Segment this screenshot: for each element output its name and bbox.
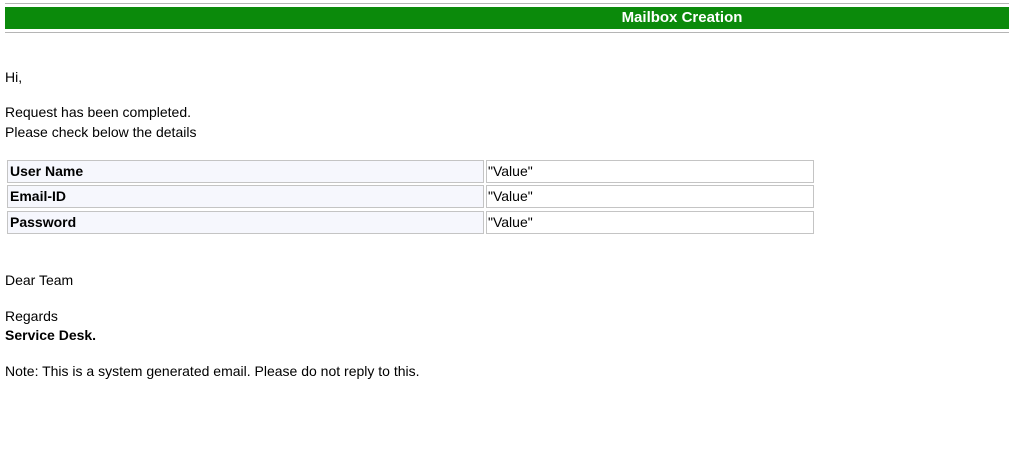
email-id-value: "Value"	[486, 185, 814, 208]
password-value: "Value"	[486, 211, 814, 234]
completion-message: Request has been completed.	[5, 104, 192, 120]
signature-text: Service Desk.	[5, 327, 97, 343]
user-name-label: User Name	[7, 160, 484, 183]
page-title: Mailbox Creation	[621, 9, 743, 26]
greeting-text: Hi,	[5, 69, 23, 85]
user-name-value: "Value"	[486, 160, 814, 183]
header-bar: Mailbox Creation	[5, 7, 1009, 29]
salutation-text: Dear Team	[5, 272, 74, 288]
email-id-label: Email-ID	[7, 185, 484, 208]
footer-note: Note: This is a system generated email. …	[5, 363, 420, 379]
regards-text: Regards	[5, 308, 58, 324]
header-banner: Mailbox Creation	[5, 3, 1009, 33]
details-instruction: Please check below the details	[5, 124, 197, 140]
password-label: Password	[7, 211, 484, 234]
